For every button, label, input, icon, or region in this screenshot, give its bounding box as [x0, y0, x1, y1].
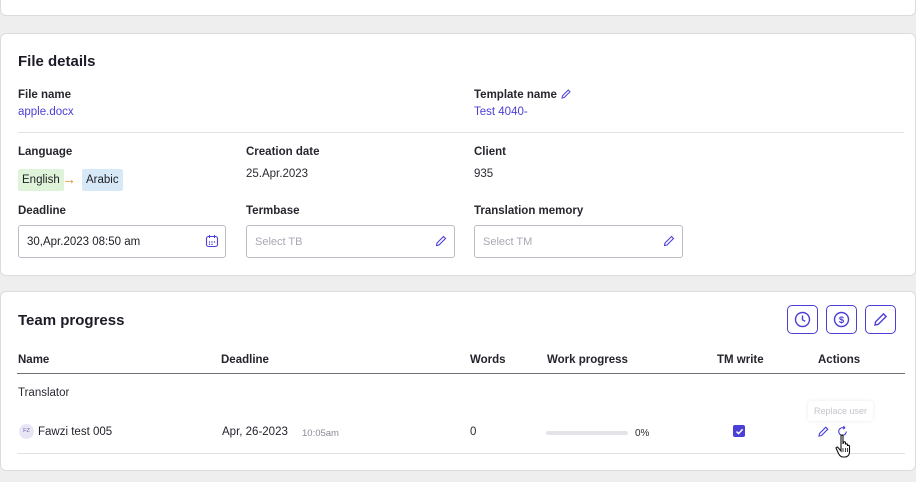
- target-language-chip: Arabic: [82, 169, 123, 191]
- termbase-label: Termbase: [246, 205, 300, 217]
- column-header-work-progress: Work progress: [547, 354, 628, 366]
- file-details-title: File details: [18, 53, 96, 70]
- team-progress-title: Team progress: [18, 312, 125, 329]
- team-progress-card: Team progress $ Name Deadline Words Work…: [0, 291, 916, 471]
- arrow-right-icon: →: [62, 171, 76, 187]
- edit-template-icon[interactable]: [560, 88, 572, 100]
- pricing-button[interactable]: $: [826, 305, 857, 334]
- file-name-label: File name: [18, 89, 72, 101]
- tm-select[interactable]: Select TM: [474, 225, 683, 258]
- check-icon: [735, 428, 743, 435]
- group-label: Translator: [18, 387, 70, 399]
- creation-date-label: Creation date: [246, 146, 320, 158]
- column-header-name: Name: [18, 354, 50, 366]
- row-words: 0: [470, 426, 477, 438]
- hand-cursor-icon: [835, 434, 851, 458]
- divider: [18, 132, 904, 133]
- column-header-actions: Actions: [818, 354, 861, 366]
- creation-date-value: 25.Apr.2023: [246, 168, 309, 180]
- client-label: Client: [474, 146, 506, 158]
- table-header-divider: [17, 373, 905, 374]
- tm-write-checkbox[interactable]: [733, 425, 745, 437]
- termbase-placeholder: Select TB: [255, 236, 303, 248]
- edit-team-button[interactable]: [865, 305, 896, 334]
- translator-name: Fawzi test 005: [38, 426, 113, 438]
- column-header-words: Words: [470, 354, 506, 366]
- work-progress-bar: [546, 431, 628, 435]
- deadline-input[interactable]: 30,Apr.2023 08:50 am: [18, 225, 226, 258]
- tm-placeholder: Select TM: [483, 236, 533, 248]
- calendar-icon[interactable]: [205, 234, 219, 248]
- edit-user-icon[interactable]: [817, 425, 830, 438]
- file-name-link[interactable]: apple.docx: [18, 106, 74, 118]
- pencil-icon: [874, 312, 888, 326]
- termbase-select[interactable]: Select TB: [246, 225, 455, 258]
- file-details-card: File details File name apple.docx Templa…: [0, 33, 916, 276]
- previous-card: [0, 0, 916, 16]
- template-name-label: Template name: [474, 89, 557, 101]
- language-label: Language: [18, 146, 73, 158]
- svg-text:$: $: [839, 315, 845, 326]
- edit-tm-icon[interactable]: [662, 234, 676, 248]
- column-header-deadline: Deadline: [221, 354, 269, 366]
- clock-icon: [794, 311, 811, 328]
- deadline-label: Deadline: [18, 205, 66, 217]
- work-progress-label: 0%: [635, 428, 650, 439]
- row-deadline-time: 10:05am: [302, 428, 339, 439]
- dollar-icon: $: [833, 311, 850, 328]
- replace-user-tooltip: Replace user: [808, 401, 874, 421]
- deadline-value: 30,Apr.2023 08:50 am: [27, 236, 141, 248]
- template-name-link[interactable]: Test 4040-: [474, 106, 528, 118]
- avatar: FZ: [19, 424, 34, 439]
- history-button[interactable]: [787, 305, 818, 334]
- column-header-tm-write: TM write: [717, 354, 764, 366]
- source-language-chip: English: [18, 169, 64, 191]
- tm-label: Translation memory: [474, 205, 584, 217]
- edit-termbase-icon[interactable]: [434, 234, 448, 248]
- row-deadline-date: Apr, 26-2023: [222, 426, 288, 438]
- client-value: 935: [474, 168, 494, 180]
- row-divider: [17, 453, 905, 454]
